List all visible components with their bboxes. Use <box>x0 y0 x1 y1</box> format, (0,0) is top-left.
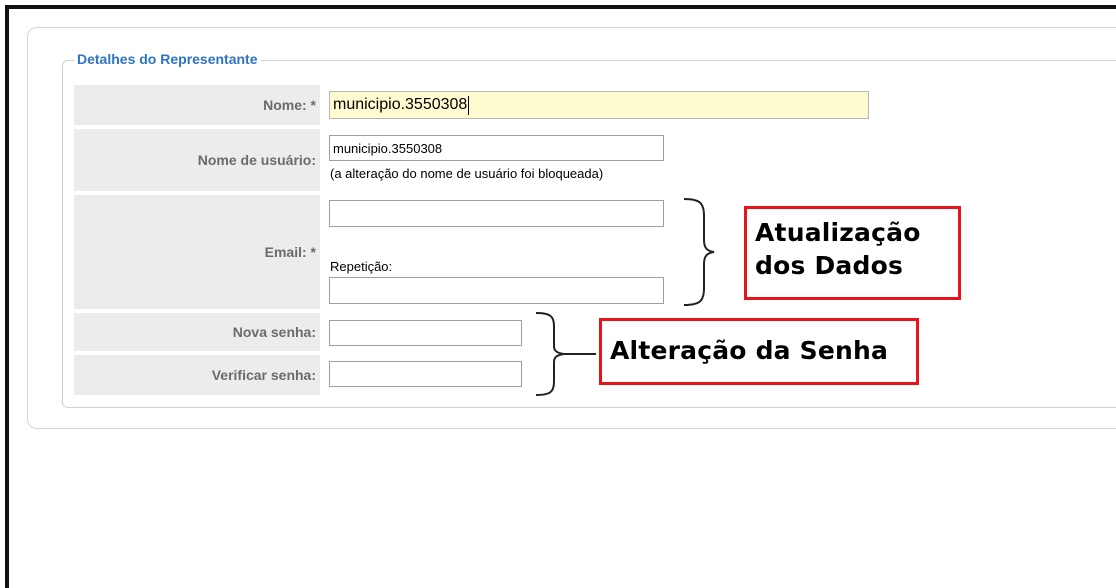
nome-input[interactable]: municipio.3550308 <box>329 91 869 119</box>
callout-line-1: Atualização <box>755 218 921 247</box>
callout-line-2: dos Dados <box>755 251 904 280</box>
usuario-input: municipio.3550308 <box>329 135 664 161</box>
right-brace-icon <box>683 198 715 306</box>
email-repeat-input[interactable] <box>329 277 664 304</box>
verificar-senha-input[interactable] <box>329 361 522 387</box>
nome-label: Nome: * <box>74 85 320 125</box>
email-input[interactable] <box>329 200 664 227</box>
callout-alteracao-senha: Alteração da Senha <box>599 318 919 385</box>
nova-senha-input[interactable] <box>329 320 522 346</box>
callout-senha-text: Alteração da Senha <box>610 336 889 365</box>
nome-value: municipio.3550308 <box>333 96 468 113</box>
callout-atualizacao-dados: Atualização dos Dados <box>744 206 961 300</box>
verificar-senha-label: Verificar senha: <box>74 355 320 395</box>
email-repeat-label: Repetição: <box>330 259 393 274</box>
text-caret <box>468 95 470 115</box>
right-brace-icon <box>535 312 596 396</box>
nova-senha-label: Nova senha: <box>74 313 320 351</box>
usuario-value: municipio.3550308 <box>333 140 443 156</box>
usuario-label: Nome de usuário: <box>74 129 320 191</box>
email-label: Email: * <box>74 195 320 309</box>
fieldset-legend: Detalhes do Representante <box>74 51 261 67</box>
usuario-locked-note: (a alteração do nome de usuário foi bloq… <box>330 166 604 181</box>
